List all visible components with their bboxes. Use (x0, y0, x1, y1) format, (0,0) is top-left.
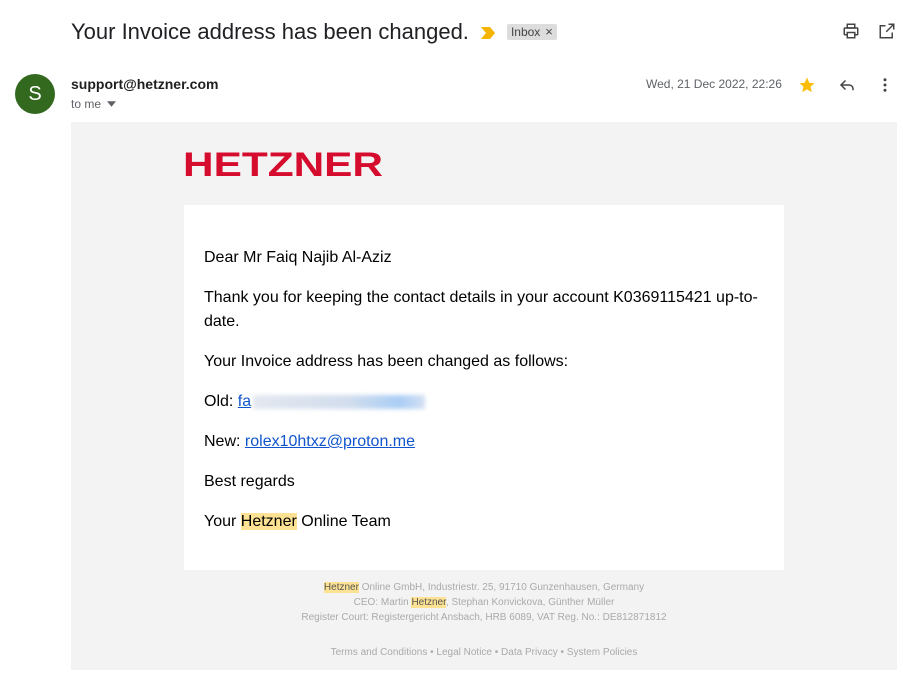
footer-ceo-rest: , Stephan Konvickova, Günther Müller (445, 597, 615, 608)
signature-highlight: Hetzner (240, 513, 297, 530)
separator: • (491, 647, 502, 658)
inbox-label-text: Inbox (510, 25, 541, 39)
footer-company-rest: Online GmbH, Industriestr. 25, 91710 Gun… (358, 582, 645, 593)
new-address-line: New: rolex10htxz@proton.me (204, 430, 415, 454)
important-marker-icon[interactable] (480, 26, 495, 39)
remove-label-icon[interactable]: × (545, 25, 553, 38)
signature: Your Hetzner Online Team (204, 510, 391, 534)
top-actions (842, 22, 896, 40)
svg-text:HETZNER: HETZNER (183, 148, 383, 180)
footer-links: Terms and Conditions • Legal Notice • Da… (184, 647, 784, 658)
body-line-2: date. (204, 313, 240, 330)
subject-row: Your Invoice address has been changed. I… (71, 14, 557, 50)
old-address-line: Old: fa (204, 390, 426, 414)
footer-ceo: CEO: Martin Hetzner, Stephan Konvickova,… (184, 597, 784, 608)
star-icon[interactable] (798, 76, 816, 99)
old-address-visible: fa (237, 393, 252, 410)
footer-ceo-prefix: CEO: Martin (353, 597, 412, 608)
hetzner-logo: HETZNER (183, 146, 385, 185)
legal-notice-link[interactable]: Legal Notice (436, 647, 492, 658)
open-in-new-window-icon[interactable] (878, 22, 896, 40)
new-label: New: (204, 433, 245, 450)
recipient-label: to me (71, 97, 102, 111)
email-message-card: Dear Mr Faiq Najib Al-Aziz Thank you for… (184, 205, 784, 570)
new-address-link[interactable]: rolex10htxz@proton.me (245, 433, 415, 450)
more-options-icon[interactable] (876, 76, 894, 99)
sender-email[interactable]: support@hetzner.com (71, 76, 218, 92)
chevron-down-icon (107, 101, 117, 107)
closing: Best regards (204, 473, 295, 490)
old-address-link[interactable]: fa (237, 393, 426, 410)
data-privacy-link[interactable]: Data Privacy (501, 647, 558, 658)
email-subject: Your Invoice address has been changed. (71, 19, 469, 44)
terms-link[interactable]: Terms and Conditions (331, 647, 428, 658)
old-label: Old: (204, 393, 238, 410)
footer-ceo-highlight: Hetzner (411, 597, 446, 608)
footer-company-highlight: Hetzner (323, 582, 359, 593)
system-policies-link[interactable]: System Policies (567, 647, 638, 658)
separator: • (557, 647, 567, 658)
redacted-blur (253, 394, 426, 409)
signature-prefix: Your (204, 513, 241, 530)
footer-company: Hetzner Online GmbH, Industriestr. 25, 9… (184, 582, 784, 593)
body-line-1: Thank you for keeping the contact detail… (204, 289, 758, 306)
sender-avatar[interactable]: S (15, 74, 55, 114)
print-icon[interactable] (842, 22, 860, 40)
email-date: Wed, 21 Dec 2022, 22:26 (646, 77, 782, 91)
greeting: Dear Mr Faiq Najib Al-Aziz (204, 249, 392, 266)
reply-icon[interactable] (838, 76, 856, 99)
change-intro: Your Invoice address has been changed as… (204, 353, 569, 370)
recipient-dropdown[interactable]: to me (71, 97, 117, 111)
signature-suffix: Online Team (296, 513, 391, 530)
footer-register: Register Court: Registergericht Ansbach,… (301, 612, 667, 623)
inbox-label-chip: Inbox × (506, 24, 557, 40)
